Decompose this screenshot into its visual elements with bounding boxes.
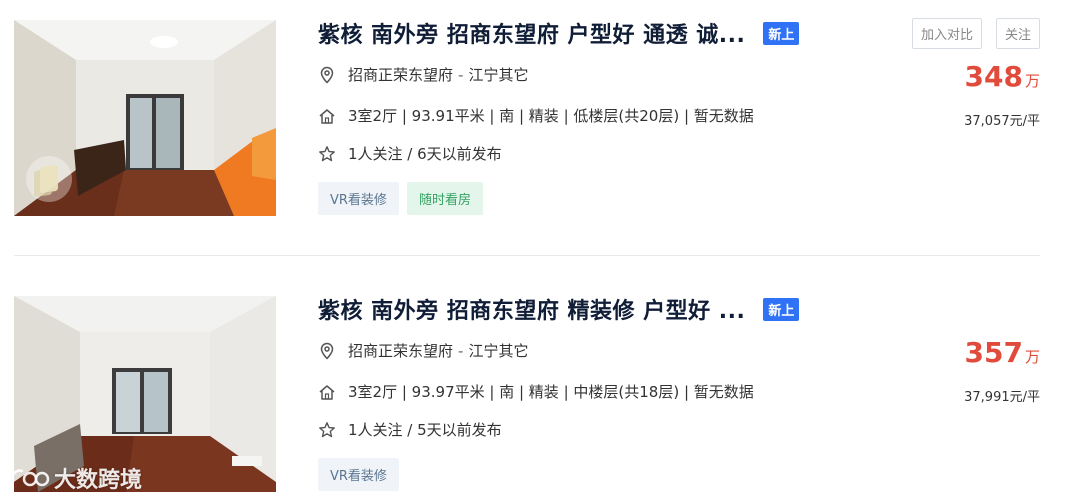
unit-price: 37,057元/平 bbox=[964, 114, 1040, 129]
total-price: 348 万 bbox=[965, 60, 1040, 93]
follow-button[interactable]: 关注 bbox=[995, 18, 1040, 49]
watermark-text: 大数跨境 bbox=[54, 468, 143, 493]
district-link[interactable]: 江宁其它 bbox=[468, 64, 528, 85]
listing-divider bbox=[14, 255, 1040, 256]
star-icon bbox=[318, 421, 336, 439]
vr-badge-icon[interactable] bbox=[26, 156, 72, 202]
community-link[interactable]: 招商正荣东望府 bbox=[348, 340, 453, 361]
house-info-text: 3室2厅 | 93.91平米 | 南 | 精装 | 低楼层(共20层) | 暂无… bbox=[348, 107, 754, 125]
house-icon bbox=[318, 383, 336, 401]
house-info-line: 3室2厅 | 93.97平米 | 南 | 精装 | 中楼层(共18层) | 暂无… bbox=[318, 381, 754, 402]
total-price-unit: 万 bbox=[1024, 348, 1040, 366]
add-to-compare-button[interactable]: 加入对比 bbox=[911, 18, 982, 49]
address-separator: - bbox=[458, 65, 464, 84]
listing-title[interactable]: 紫核 南外旁 招商东望府 精装修 户型好 ... bbox=[318, 293, 745, 325]
listing-title[interactable]: 紫核 南外旁 招商东望府 户型好 通透 诚... bbox=[318, 17, 745, 49]
total-price: 357 万 bbox=[965, 336, 1040, 369]
total-price-value: 357 bbox=[964, 336, 1023, 369]
total-price-unit: 万 bbox=[1024, 72, 1040, 90]
listing-card: 紫核 南外旁 招商东望府 户型好 通透 诚... 新上 加入对比 关注 招商正荣… bbox=[0, 0, 1080, 256]
house-info-text: 3室2厅 | 93.97平米 | 南 | 精装 | 中楼层(共18层) | 暂无… bbox=[348, 383, 754, 401]
listing-card: 紫核 南外旁 招商东望府 精装修 户型好 ... 新上 招商正荣东望府 - 江宁… bbox=[0, 276, 1080, 500]
vr-decoration-tag: VR看装修 bbox=[318, 458, 399, 491]
vr-decoration-tag: VR看装修 bbox=[318, 182, 399, 215]
community-link[interactable]: 招商正荣东望府 bbox=[348, 64, 453, 85]
follow-info-line: 1人关注 / 6天以前发布 bbox=[318, 143, 502, 164]
district-link[interactable]: 江宁其它 bbox=[468, 340, 528, 361]
watermark: 大数跨境 bbox=[6, 462, 142, 494]
anytime-viewing-tag: 随时看房 bbox=[406, 182, 483, 215]
new-listing-badge: 新上 bbox=[763, 297, 800, 321]
star-icon bbox=[318, 145, 336, 163]
location-pin-icon bbox=[318, 342, 336, 360]
address-line: 招商正荣东望府 - 江宁其它 bbox=[318, 64, 528, 85]
total-price-value: 348 bbox=[964, 60, 1023, 93]
new-listing-badge: 新上 bbox=[763, 21, 800, 45]
house-info-line: 3室2厅 | 93.91平米 | 南 | 精装 | 低楼层(共20层) | 暂无… bbox=[318, 105, 754, 126]
unit-price: 37,991元/平 bbox=[964, 390, 1040, 405]
address-separator: - bbox=[458, 341, 464, 360]
listing-photo[interactable] bbox=[14, 20, 276, 216]
address-line: 招商正荣东望府 - 江宁其它 bbox=[318, 340, 528, 361]
follow-info-text: 1人关注 / 6天以前发布 bbox=[348, 145, 502, 163]
location-pin-icon bbox=[318, 66, 336, 84]
follow-info-text: 1人关注 / 5天以前发布 bbox=[348, 421, 502, 439]
follow-info-line: 1人关注 / 5天以前发布 bbox=[318, 419, 502, 440]
watermark-logo-icon bbox=[10, 469, 50, 487]
house-icon bbox=[318, 107, 336, 125]
